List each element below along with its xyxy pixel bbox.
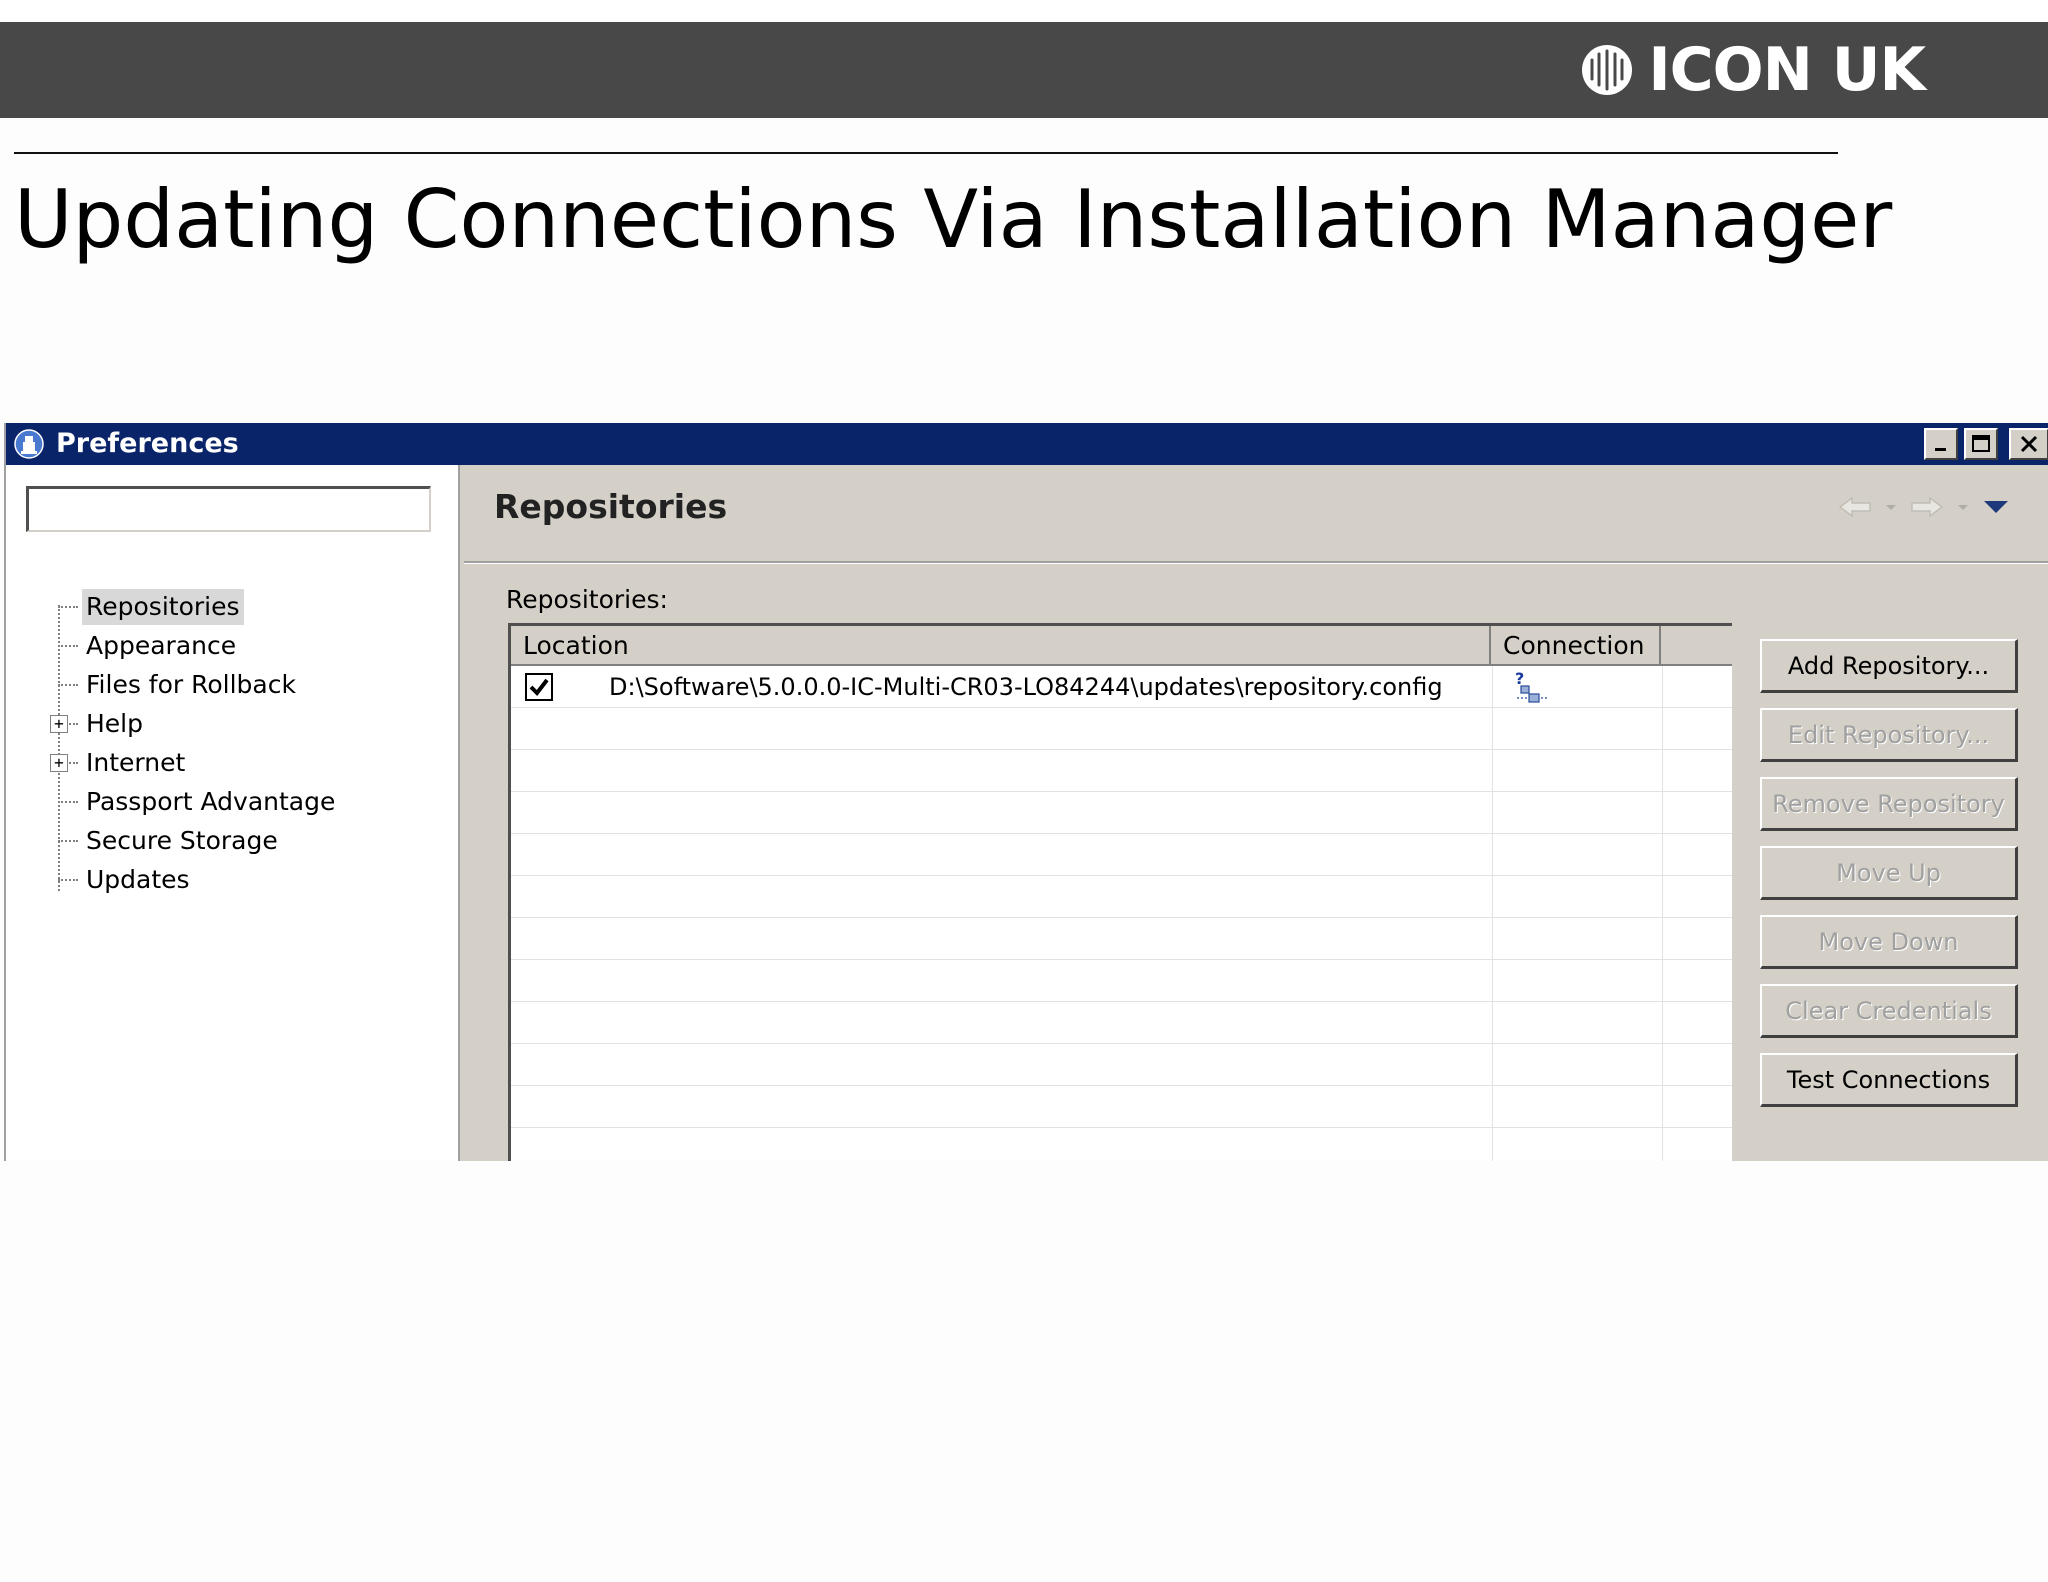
table-row [511,1002,1732,1044]
back-menu-chevron-icon[interactable] [1884,502,1898,512]
preferences-sidebar: Repositories Appearance Files for Rollba… [6,465,458,1161]
test-connections-button[interactable]: Test Connections [1760,1053,2018,1107]
header-separator [464,561,2048,564]
repositories-table: Location Connection D:\Software\5.0.0.0-… [508,623,1732,1161]
close-icon [2020,435,2038,453]
repository-checkbox[interactable] [525,673,553,701]
sidebar-item-label: Help [86,709,143,738]
sidebar-item-label: Secure Storage [86,826,278,855]
sidebar-item-label: Passport Advantage [86,787,336,816]
sidebar-item-label: Updates [86,865,190,894]
view-menu-chevron-icon[interactable] [1982,499,2010,515]
minimize-button[interactable] [1924,428,1958,460]
installation-manager-icon [14,429,44,459]
table-row [511,1044,1732,1086]
preferences-page: Repositories Repositories: Location Conn… [464,465,2048,1161]
sidebar-item-label: Files for Rollback [86,670,296,699]
maximize-button[interactable] [1964,428,1998,460]
connection-unknown-icon: ? [1515,670,1549,703]
sidebar-item-updates[interactable]: Updates [6,862,426,898]
sidebar-item-files-for-rollback[interactable]: Files for Rollback [6,667,426,703]
column-header-location[interactable]: Location [511,626,1491,666]
maximize-icon [1972,435,1990,452]
filter-input[interactable] [26,486,431,532]
table-header: Location Connection [511,626,1732,666]
minimize-icon [1935,448,1946,451]
icon-logo-icon [1582,45,1633,95]
brand-name: ICON UK [1648,35,1926,105]
sidebar-item-internet[interactable]: + Internet [6,745,426,781]
table-row [511,834,1732,876]
column-header-extra[interactable] [1661,626,1732,666]
table-row [511,1128,1732,1161]
preferences-window: Preferences Repositories Appearance File… [4,423,2048,1161]
move-down-button[interactable]: Move Down [1760,915,2018,969]
table-row [511,918,1732,960]
sidebar-item-help[interactable]: + Help [6,706,426,742]
table-row [511,876,1732,918]
brand: ICON UK [1580,35,1926,105]
forward-arrow-icon[interactable] [1910,495,1944,519]
sidebar-item-appearance[interactable]: Appearance [6,628,426,664]
brand-banner: ICON UK [0,22,2048,118]
edit-repository-button[interactable]: Edit Repository... [1760,708,2018,762]
svg-text:?: ? [1515,670,1524,688]
page-title: Repositories [494,487,728,526]
column-header-connection[interactable]: Connection [1491,626,1661,666]
table-row [511,792,1732,834]
sidebar-item-label: Appearance [86,631,237,660]
table-row [511,750,1732,792]
expand-icon[interactable]: + [50,754,68,772]
slide-title: Updating Connections Via Installation Ma… [14,173,1893,266]
clear-credentials-button[interactable]: Clear Credentials [1760,984,2018,1038]
window-titlebar[interactable]: Preferences [6,423,2048,465]
table-row[interactable]: D:\Software\5.0.0.0-IC-Multi-CR03-LO8424… [511,666,1732,708]
page-nav [1838,495,2010,519]
table-row [511,708,1732,750]
sidebar-item-label: Internet [86,748,186,777]
sidebar-item-repositories[interactable]: Repositories [6,589,426,625]
back-arrow-icon[interactable] [1838,495,1872,519]
sidebar-item-secure-storage[interactable]: Secure Storage [6,823,426,859]
close-button[interactable] [2009,428,2048,460]
repository-location: D:\Software\5.0.0.0-IC-Multi-CR03-LO8424… [609,673,1443,701]
window-title: Preferences [56,428,239,459]
sidebar-item-passport-advantage[interactable]: Passport Advantage [6,784,426,820]
sidebar-item-label: Repositories [82,589,244,625]
checkmark-icon [529,678,549,697]
repositories-label: Repositories: [506,585,668,614]
table-row [511,1086,1732,1128]
title-rule [14,152,1838,154]
move-up-button[interactable]: Move Up [1760,846,2018,900]
add-repository-button[interactable]: Add Repository... [1760,639,2018,693]
forward-menu-chevron-icon[interactable] [1956,502,1970,512]
table-row [511,960,1732,1002]
remove-repository-button[interactable]: Remove Repository [1760,777,2018,831]
expand-icon[interactable]: + [50,715,68,733]
